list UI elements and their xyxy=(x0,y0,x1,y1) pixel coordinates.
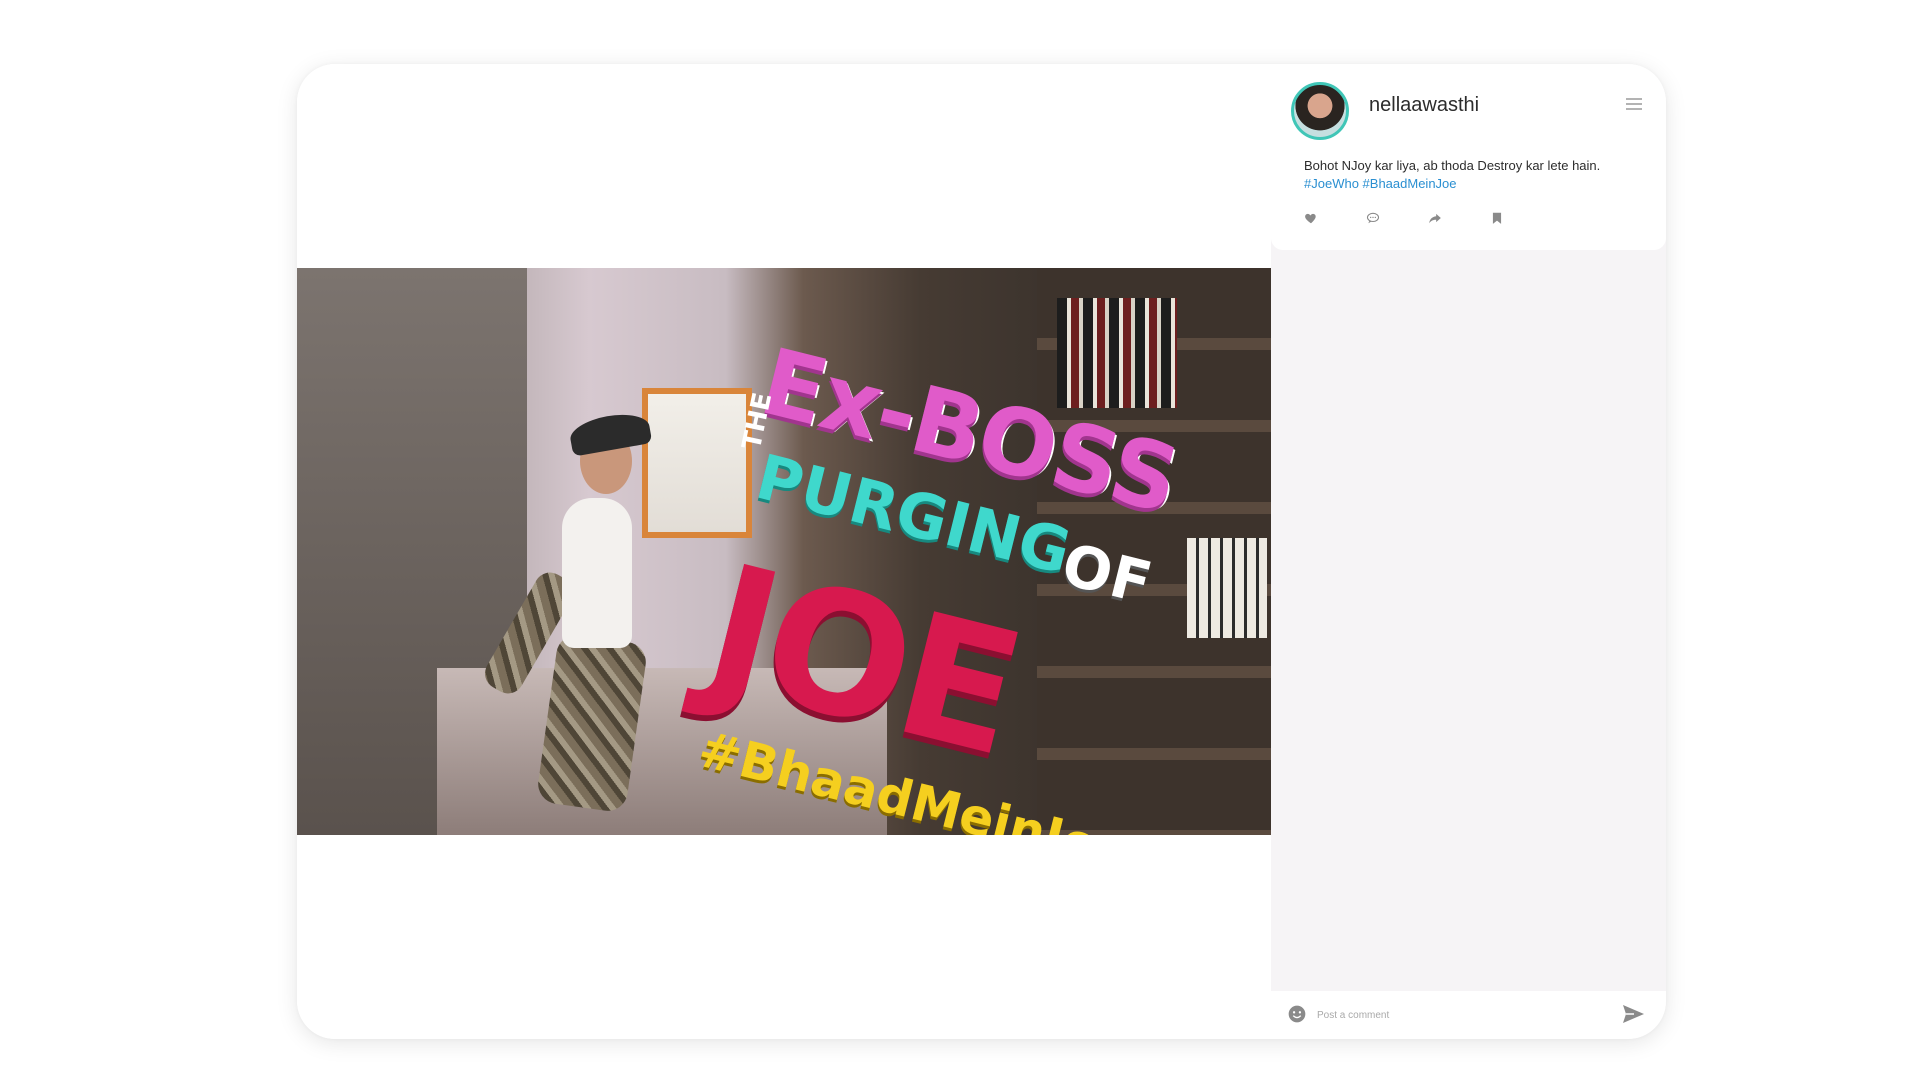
emoji-icon[interactable] xyxy=(1287,1004,1307,1024)
share-arrow-icon[interactable] xyxy=(1425,208,1445,228)
post-header: nellaawasthi Bohot NJoy kar liya, ab tho… xyxy=(1271,64,1666,250)
image-title-of: OF xyxy=(1055,530,1159,618)
image-person-body xyxy=(562,498,632,648)
hashtag-link[interactable]: #BhaadMeinJoe xyxy=(1363,176,1457,191)
post-hashtags: #JoeWho #BhaadMeinJoe xyxy=(1304,175,1457,193)
post-image[interactable]: Ex-BOSS THE PURGING OF JOE #BhaadMeinJoe xyxy=(297,268,1271,835)
send-icon[interactable] xyxy=(1621,1003,1645,1025)
post-actions xyxy=(1301,208,1511,228)
image-person-hat xyxy=(567,409,653,457)
post-caption: Bohot NJoy kar liya, ab thoda Destroy ka… xyxy=(1304,158,1601,173)
image-title-overlay: Ex-BOSS THE PURGING OF JOE #BhaadMeinJoe xyxy=(689,328,1257,835)
comment-bubble-icon[interactable] xyxy=(1363,208,1383,228)
heart-icon[interactable] xyxy=(1301,208,1321,228)
comment-input[interactable] xyxy=(1317,1003,1607,1027)
username[interactable]: nellaawasthi xyxy=(1369,94,1479,117)
comment-bar xyxy=(1271,991,1666,1039)
hashtag-link[interactable]: #JoeWho xyxy=(1304,176,1359,191)
bookmark-icon[interactable] xyxy=(1487,208,1507,228)
menu-icon[interactable] xyxy=(1626,98,1642,112)
post-side-panel: nellaawasthi Bohot NJoy kar liya, ab tho… xyxy=(1271,64,1666,1039)
post-card: Ex-BOSS THE PURGING OF JOE #BhaadMeinJoe… xyxy=(297,64,1666,1039)
image-window xyxy=(642,388,752,538)
avatar[interactable] xyxy=(1291,82,1349,140)
media-area: Ex-BOSS THE PURGING OF JOE #BhaadMeinJoe xyxy=(297,64,1271,1039)
